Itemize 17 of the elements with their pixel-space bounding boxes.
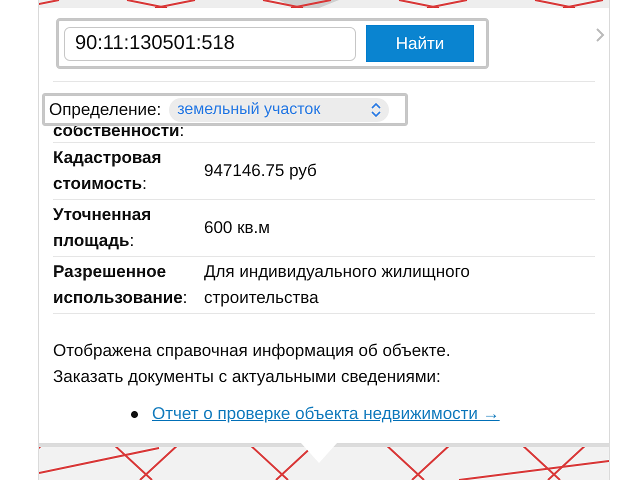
find-button[interactable]: Найти — [366, 25, 474, 62]
type-select[interactable]: земельный участок — [169, 98, 390, 122]
property-label: Разрешенное использование: — [53, 261, 188, 309]
search-field[interactable]: 90:11:130501:518 — [64, 26, 356, 60]
filter-label: Определение: — [49, 100, 162, 120]
property-value: 600 кв.м — [204, 217, 271, 239]
property-value: 947146.75 руб — [204, 160, 318, 182]
report-link[interactable]: Отчет о проверке объекта недвижимости → — [152, 404, 500, 424]
property-label: Уточненная площадь: — [53, 204, 152, 252]
chevron-up-down-icon — [371, 102, 382, 116]
popup-pointer — [301, 443, 337, 463]
property-value: Для индивидуального жилищного строительства — [204, 261, 471, 309]
bullet-icon — [131, 410, 138, 418]
chevron-right-icon[interactable] — [595, 28, 605, 42]
info-text: Отображена справочная информация об объекте. Заказать документы с актуальными сведениями: — [53, 340, 452, 388]
property-label: Кадастровая стоимость: — [53, 147, 162, 195]
property-label: собственности: — [53, 120, 186, 142]
